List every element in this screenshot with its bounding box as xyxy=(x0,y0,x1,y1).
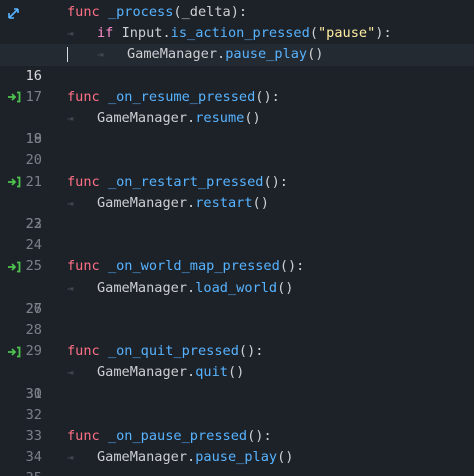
text-caret xyxy=(67,46,68,62)
paren: ): xyxy=(375,25,392,42)
signal-connection-icon[interactable] xyxy=(7,256,21,277)
keyword-if: if xyxy=(97,25,114,42)
params: (_delta): xyxy=(173,4,248,20)
code-line[interactable]: 21 xyxy=(0,150,474,190)
params: (): xyxy=(247,428,272,444)
class-name: GameManager xyxy=(127,46,218,63)
code-text[interactable]: ⇥ GameManager.quit() xyxy=(67,362,244,383)
code-line[interactable]: 28 xyxy=(0,299,474,338)
method-name: pause_play xyxy=(195,449,278,466)
paren: () xyxy=(244,110,261,126)
code-text[interactable]: func _on_restart_pressed(): xyxy=(67,172,288,193)
params: (): xyxy=(263,173,288,190)
code-line[interactable]: 19 ⇥ GameManager.resume() xyxy=(0,108,474,147)
tab-indent-icon: ⇥ xyxy=(97,48,104,62)
dot: . xyxy=(187,364,196,381)
code-line[interactable]: 33 xyxy=(0,405,474,444)
code-text[interactable]: ⇥ GameManager.pause_play() xyxy=(67,447,293,468)
tab-indent-icon: ⇥ xyxy=(67,27,74,41)
tab-indent-icon: ⇥ xyxy=(67,366,74,380)
code-line[interactable]: 31 ⇥ GameManager.quit() xyxy=(0,362,474,401)
function-name: _on_world_map_pressed xyxy=(107,258,280,275)
function-name: _on_restart_pressed xyxy=(107,173,264,190)
code-line[interactable]: 20 xyxy=(0,129,474,168)
paren: () xyxy=(277,279,294,296)
code-line[interactable]: 35 ⇥ GameManager.pause_play() xyxy=(0,447,474,476)
code-text[interactable]: func _on_world_map_pressed(): xyxy=(67,256,304,277)
code-editor[interactable]: 14 func _process(_delta): 15 ⇥if Input.i… xyxy=(0,0,474,476)
paren: () xyxy=(227,364,245,381)
dot: . xyxy=(162,25,171,42)
string-literal: "pause" xyxy=(318,25,376,42)
signal-connection-icon[interactable] xyxy=(7,341,21,362)
dot: . xyxy=(217,46,226,63)
method-name: quit xyxy=(195,364,228,381)
signal-connection-icon[interactable] xyxy=(7,172,21,193)
function-name: _on_resume_pressed xyxy=(107,88,256,105)
code-line[interactable]: 17 xyxy=(0,66,474,105)
dot: . xyxy=(187,110,196,126)
function-name: _on_quit_pressed xyxy=(107,343,239,360)
method-name: pause_play xyxy=(225,46,308,63)
keyword-func: func xyxy=(67,173,100,190)
override-icon[interactable] xyxy=(7,2,21,23)
code-text[interactable]: ⇥ GameManager.restart() xyxy=(67,193,269,214)
tab-indent-icon: ⇥ xyxy=(67,281,74,295)
code-line[interactable]: 34 func _on_pause_pressed(): xyxy=(0,426,474,465)
keyword-func: func xyxy=(67,258,100,275)
code-line[interactable]: 30 func _on_quit_pressed(): xyxy=(0,341,474,402)
code-line[interactable]: 32 xyxy=(0,384,474,423)
class-name: GameManager xyxy=(97,110,188,126)
params: (): xyxy=(238,343,264,360)
paren: () xyxy=(307,46,324,63)
function-name: _process xyxy=(107,4,174,20)
class-name: GameManager xyxy=(97,364,188,381)
class-name: Input xyxy=(121,25,163,42)
code-line[interactable]: 27 ⇥ GameManager.load_world() xyxy=(0,278,474,317)
method-name: load_world xyxy=(195,279,278,296)
code-text[interactable]: func _on_pause_pressed(): xyxy=(67,426,272,447)
class-name: GameManager xyxy=(97,449,188,466)
code-line[interactable]: 25 xyxy=(0,235,474,274)
params: (): xyxy=(255,88,280,105)
dot: . xyxy=(187,279,196,296)
keyword-func: func xyxy=(67,343,100,360)
code-line[interactable]: 22 func _on_restart_pressed(): xyxy=(0,172,474,232)
function-name: _on_pause_pressed xyxy=(107,428,248,444)
dot: . xyxy=(187,449,196,466)
signal-connection-icon[interactable] xyxy=(7,87,21,108)
current-code-line[interactable]: 16 ⇥ GameManager.pause_play() xyxy=(0,44,474,84)
tab-indent-icon: ⇥ xyxy=(67,112,74,125)
method-name: is_action_pressed xyxy=(170,25,310,42)
dot: . xyxy=(187,194,196,211)
code-text[interactable]: ⇥ GameManager.pause_play() xyxy=(67,44,323,65)
tab-indent-icon: ⇥ xyxy=(67,451,74,465)
keyword-func: func xyxy=(67,88,100,105)
code-text[interactable]: ⇥ if Input.is_action_pressed("pause"): xyxy=(67,23,392,44)
code-line[interactable]: 18 func _on_resume_pressed(): xyxy=(0,87,474,147)
keyword-func: func xyxy=(67,428,100,444)
class-name: GameManager xyxy=(97,279,188,296)
code-text[interactable]: func _process(_delta): xyxy=(67,2,247,23)
code-line[interactable]: 29 xyxy=(0,320,474,359)
code-line[interactable]: 24 xyxy=(0,214,474,253)
code-line[interactable]: 15 ⇥if Input.is_action_pressed("pause"): xyxy=(0,23,474,62)
method-name: resume xyxy=(195,110,245,126)
keyword-func: func xyxy=(67,4,100,20)
class-name: GameManager xyxy=(97,194,188,211)
paren: () xyxy=(252,194,269,211)
paren: () xyxy=(277,449,294,466)
code-text[interactable]: func _on_resume_pressed(): xyxy=(67,87,280,108)
code-text[interactable]: ⇥ GameManager.resume() xyxy=(67,108,261,129)
code-text[interactable]: func _on_quit_pressed(): xyxy=(67,341,263,362)
method-name: restart xyxy=(195,194,253,211)
code-text[interactable]: ⇥ GameManager.load_world() xyxy=(67,278,293,299)
params: (): xyxy=(279,258,305,275)
line-number: 35 xyxy=(0,468,42,476)
tab-indent-icon: ⇥ xyxy=(67,196,74,210)
code-line[interactable]: 26 func _on_world_map_pressed(): xyxy=(0,256,474,317)
code-line[interactable]: 23 ⇥ GameManager.restart() xyxy=(0,193,474,232)
code-line[interactable]: 14 func _process(_delta): xyxy=(0,2,474,62)
paren: ( xyxy=(309,25,318,42)
